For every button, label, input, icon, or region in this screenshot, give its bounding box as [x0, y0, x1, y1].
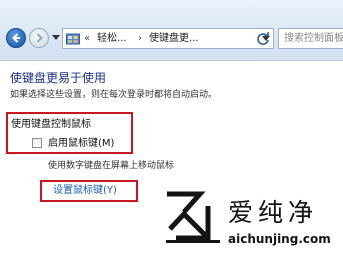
watermark-logo-icon [166, 191, 220, 243]
back-button[interactable] [6, 28, 26, 48]
control-panel-window: « 轻松... › 使键盘更... 搜索控制面板 使键盘更易于使用 如果选择这些… [0, 0, 343, 257]
search-placeholder: 搜索控制面板 [284, 33, 343, 44]
breadcrumb-overflow[interactable]: « [84, 32, 90, 45]
enable-mouse-keys-label[interactable]: 启用鼠标键(M) [48, 137, 114, 150]
refresh-icon[interactable] [255, 31, 271, 47]
forward-arrow-icon [36, 33, 43, 43]
back-arrow-icon [12, 33, 20, 43]
watermark-url: aichunjing.com [228, 232, 331, 246]
breadcrumb-separator[interactable]: › [138, 32, 142, 45]
forward-button[interactable] [29, 28, 49, 48]
section-header-mouse-control: 使用键盘控制鼠标 [11, 119, 91, 130]
recent-pages-dropdown-icon[interactable] [52, 35, 60, 41]
page-description: 如果选择这些设置，则在每次登录时都将自动启动。 [10, 90, 218, 100]
control-panel-icon [66, 33, 80, 45]
breadcrumb-keyboard-settings[interactable]: 使键盘更... [149, 32, 199, 45]
setup-mouse-keys-link[interactable]: 设置鼠标键(Y) [53, 184, 117, 197]
search-input[interactable]: 搜索控制面板 [278, 28, 343, 49]
breadcrumb-ease-of-access[interactable]: 轻松... [97, 32, 127, 45]
enable-mouse-keys-checkbox[interactable] [32, 138, 42, 148]
watermark-brand: 爱纯净 [228, 198, 319, 227]
page-title: 使键盘更易于使用 [10, 71, 107, 85]
address-bar[interactable]: « 轻松... › 使键盘更... [62, 28, 274, 49]
navigation-bar: « 轻松... › 使键盘更... 搜索控制面板 [0, 0, 343, 61]
mouse-keys-description: 使用数字键盘在屏幕上移动鼠标 [48, 161, 175, 171]
